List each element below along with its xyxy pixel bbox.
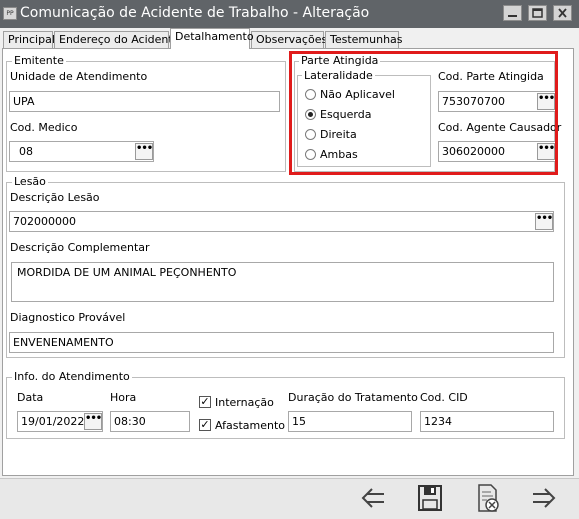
cod-medico-label: Cod. Medico xyxy=(10,121,78,134)
arrow-left-icon[interactable] xyxy=(357,483,389,513)
app-icon: PP xyxy=(3,7,17,20)
tab-detalhamento[interactable]: Detalhamento xyxy=(170,28,254,49)
unidade-label: Unidade de Atendimento xyxy=(10,70,148,83)
hora-field[interactable]: 08:30 xyxy=(110,411,190,432)
hora-label: Hora xyxy=(110,391,137,404)
internacao-checkbox[interactable]: ✓ xyxy=(199,396,211,408)
afastamento-label[interactable]: Afastamento xyxy=(215,419,285,432)
cancel-document-icon[interactable] xyxy=(471,483,503,513)
unidade-field[interactable]: UPA xyxy=(9,91,280,112)
duracao-field[interactable]: 15 xyxy=(288,411,412,432)
data-label: Data xyxy=(17,391,44,404)
diagnostico-label: Diagnostico Provável xyxy=(10,311,126,324)
maximize-icon[interactable] xyxy=(528,5,547,21)
highlight-box xyxy=(289,51,558,175)
minimize-icon[interactable] xyxy=(503,5,522,21)
cod-cid-label: Cod. CID xyxy=(420,391,468,404)
cod-medico-lookup-button[interactable]: ••• xyxy=(135,143,153,160)
internacao-label[interactable]: Internação xyxy=(215,396,274,409)
descricao-lesao-lookup-button[interactable]: ••• xyxy=(535,213,553,230)
descricao-complementar-textarea[interactable]: MORDIDA DE UM ANIMAL PEÇONHENTO xyxy=(11,262,554,302)
cod-medico-field[interactable]: 08 xyxy=(9,141,154,162)
atendimento-legend: Info. do Atendimento xyxy=(12,370,132,383)
descricao-lesao-field[interactable]: 702000000 xyxy=(9,211,554,232)
arrow-right-icon[interactable] xyxy=(528,483,560,513)
lesao-legend: Lesão xyxy=(12,175,48,188)
emitente-legend: Emitente xyxy=(12,54,66,67)
descricao-complementar-label: Descrição Complementar xyxy=(10,241,150,254)
window-title: Comunicação de Acidente de Trabalho - Al… xyxy=(20,5,370,21)
close-icon[interactable] xyxy=(553,5,572,21)
save-icon[interactable] xyxy=(414,483,446,513)
duracao-label: Duração do Tratamento xyxy=(288,391,418,404)
tab-endereco-do-acidente[interactable]: Endereço do Acidente xyxy=(54,31,179,48)
cod-cid-field[interactable]: 1234 xyxy=(420,411,554,432)
afastamento-checkbox[interactable]: ✓ xyxy=(199,419,211,431)
tab-testemunhas[interactable]: Testemunhas xyxy=(325,31,403,48)
diagnostico-field[interactable]: ENVENENAMENTO xyxy=(9,332,554,353)
descricao-lesao-label: Descrição Lesão xyxy=(10,191,100,204)
tab-principal[interactable]: Principal xyxy=(3,31,55,48)
tab-observacoes[interactable]: Observações xyxy=(251,31,327,48)
date-picker-button[interactable]: ••• xyxy=(84,413,102,430)
